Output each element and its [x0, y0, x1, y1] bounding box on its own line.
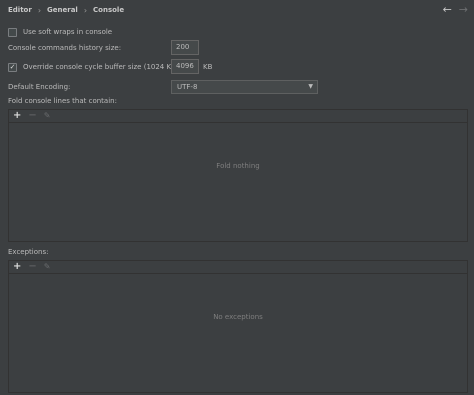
- soft-wraps-option[interactable]: Use soft wraps in console: [8, 24, 112, 40]
- chevron-right-icon: ›: [37, 5, 42, 15]
- fold-lines-label: Fold console lines that contain:: [8, 97, 117, 105]
- dropdown-arrow-icon: ▼: [308, 83, 313, 90]
- fold-lines-empty-text: Fold nothing: [216, 162, 260, 170]
- navigation-buttons: ← →: [443, 3, 468, 16]
- fold-lines-panel: + − ✎ Fold nothing: [8, 109, 468, 242]
- fold-lines-toolbar: + − ✎: [9, 110, 467, 123]
- history-size-field[interactable]: 200: [171, 40, 199, 55]
- chevron-right-icon: ›: [83, 5, 88, 15]
- override-buffer-checkbox[interactable]: ✓: [8, 62, 17, 72]
- breadcrumb: Editor › General › Console: [0, 0, 474, 20]
- exceptions-label: Exceptions:: [8, 248, 49, 256]
- override-buffer-label: Override console cycle buffer size (1024…: [23, 63, 179, 71]
- edit-icon[interactable]: ✎: [44, 262, 51, 272]
- soft-wraps-checkbox[interactable]: [8, 27, 17, 37]
- breadcrumb-item-console: Console: [93, 6, 125, 14]
- exceptions-empty-text: No exceptions: [213, 313, 263, 321]
- back-arrow-icon[interactable]: ←: [443, 3, 452, 16]
- add-icon[interactable]: +: [13, 111, 21, 121]
- remove-icon[interactable]: −: [28, 111, 36, 121]
- exceptions-toolbar: + − ✎: [9, 261, 467, 274]
- buffer-size-unit: KB: [203, 63, 213, 71]
- encoding-label: Default Encoding:: [8, 83, 71, 91]
- breadcrumb-item-editor[interactable]: Editor: [8, 6, 32, 14]
- history-size-label: Console commands history size:: [8, 44, 122, 52]
- exceptions-panel: + − ✎ No exceptions: [8, 260, 468, 393]
- add-icon[interactable]: +: [13, 262, 21, 272]
- override-buffer-option[interactable]: ✓ Override console cycle buffer size (10…: [8, 59, 179, 75]
- encoding-select[interactable]: UTF-8 ▼: [171, 80, 318, 94]
- breadcrumb-item-general[interactable]: General: [47, 6, 78, 14]
- forward-arrow-icon[interactable]: →: [459, 3, 468, 16]
- soft-wraps-label: Use soft wraps in console: [23, 28, 113, 36]
- buffer-size-field[interactable]: 4096: [171, 59, 199, 74]
- remove-icon[interactable]: −: [28, 262, 36, 272]
- encoding-value: UTF-8: [177, 83, 198, 91]
- edit-icon[interactable]: ✎: [44, 111, 51, 121]
